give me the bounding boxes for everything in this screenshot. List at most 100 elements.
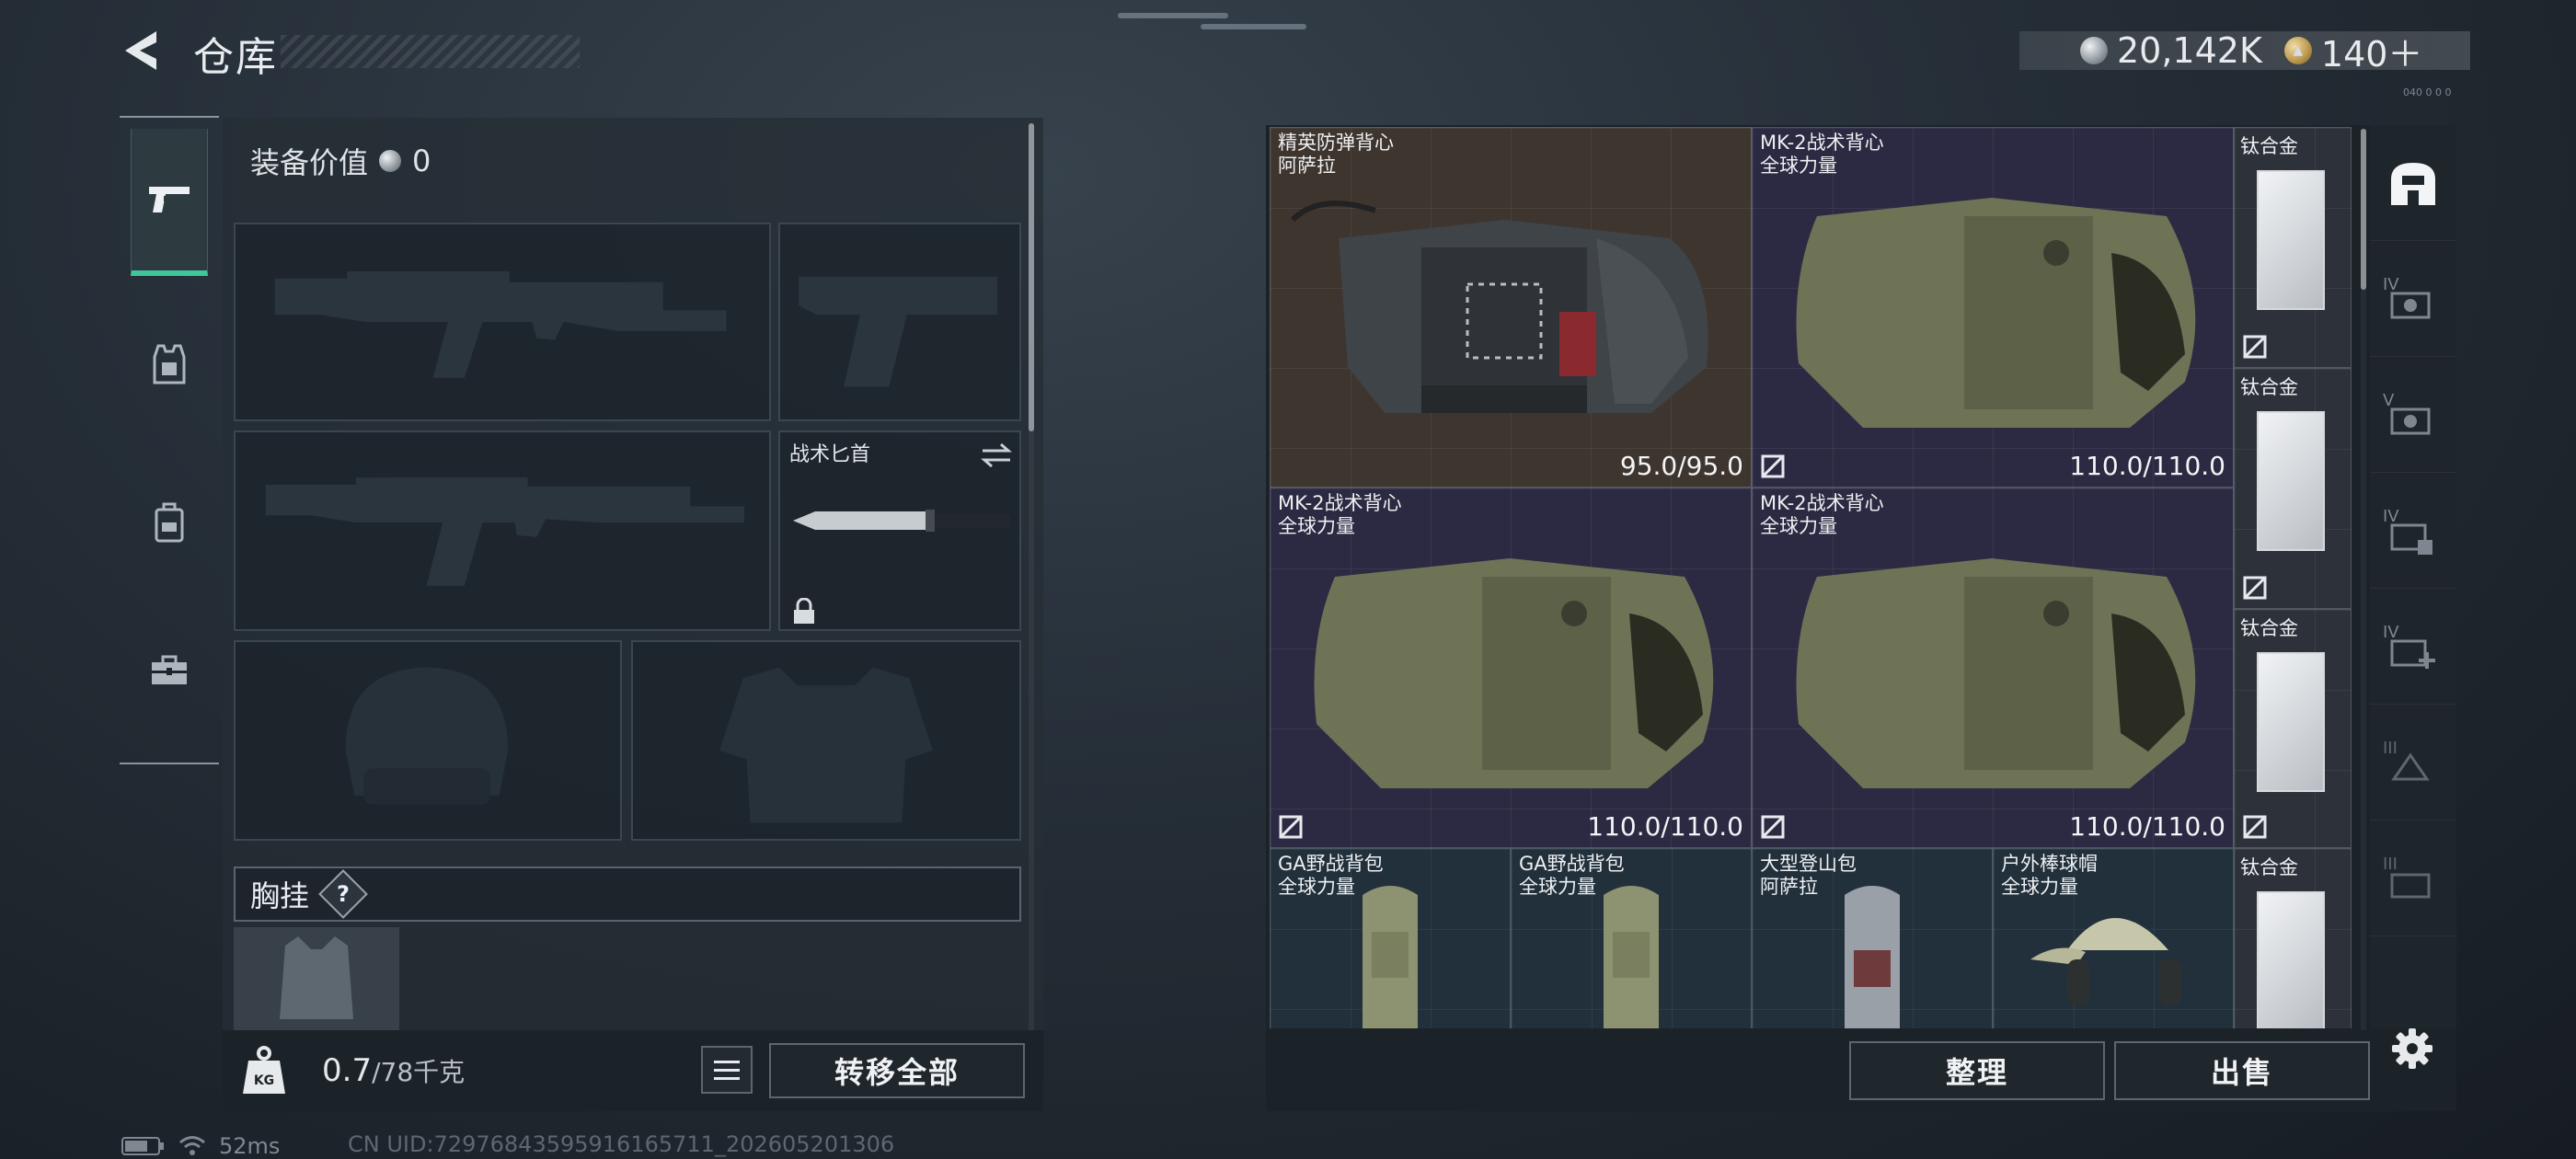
token-amount[interactable]: 140＋ xyxy=(2321,26,2423,76)
titanium-plate-image xyxy=(2257,891,2325,1028)
secondary-weapon-slot[interactable] xyxy=(234,430,771,631)
tab-weapons[interactable] xyxy=(131,129,208,276)
coin-amount: 20,142K xyxy=(2117,30,2262,71)
filter-helmet-iv[interactable]: IV xyxy=(2370,473,2456,589)
storage-item[interactable]: MK-2战术背心 全球力量 110.0/110.0 xyxy=(1270,488,1752,848)
pistol-icon xyxy=(149,187,190,212)
item-name: 精英防弹背心 阿萨拉 xyxy=(1278,132,1394,177)
svg-text:III: III xyxy=(2383,739,2398,758)
filter-ammo-iii[interactable]: III xyxy=(2370,705,2456,820)
currency-bar: 20,142K ▲ 140＋ xyxy=(2019,30,2470,75)
item-durability: 110.0/110.0 xyxy=(2069,451,2225,481)
svg-text:IV: IV xyxy=(2383,275,2399,294)
ping-value: 52ms xyxy=(219,1133,281,1159)
mk2-vest-image xyxy=(1314,558,1714,788)
armor-filter-icon: IV xyxy=(2383,275,2431,318)
chest-rig-silhouette-icon xyxy=(280,936,353,1019)
item-name: MK-2战术背心 全球力量 xyxy=(1760,492,1884,537)
toolbox-icon xyxy=(152,655,187,684)
equipment-value-amount: 0 xyxy=(412,143,431,178)
coin-icon xyxy=(379,150,402,172)
token-icon: ▲ xyxy=(2283,37,2312,64)
storage-item[interactable]: 大型登山包 阿萨拉 xyxy=(1752,848,1993,1028)
insured-tag-icon xyxy=(2243,576,2267,600)
tactical-knife-image xyxy=(793,510,1010,532)
tab-toolbox[interactable] xyxy=(131,596,208,743)
transfer-all-button[interactable]: 转移全部 xyxy=(769,1043,1025,1098)
storage-item[interactable]: GA野战背包 全球力量 xyxy=(1270,848,1511,1028)
sell-button[interactable]: 出售 xyxy=(2114,1041,2370,1100)
loadout-scrollbar-thumb[interactable] xyxy=(1029,123,1034,431)
insured-tag-icon xyxy=(2243,815,2267,839)
ammo-filter-icon: III xyxy=(2383,739,2430,780)
melee-slot-label: 战术匕首 xyxy=(789,443,871,466)
rifle-silhouette-icon xyxy=(274,271,727,378)
storage-item[interactable]: 钛合金 xyxy=(2234,127,2352,368)
storage-item[interactable]: 精英防弹背心 阿萨拉 95.0/95.0 xyxy=(1270,127,1752,488)
storage-scrollbar-thumb[interactable] xyxy=(2361,129,2366,290)
armor-vest-icon xyxy=(153,344,186,384)
insured-tag-icon xyxy=(1279,815,1303,839)
chest-rig-label: 胸挂 xyxy=(250,878,310,913)
helmet-filter-icon: IV xyxy=(2383,507,2432,555)
backpack-icon xyxy=(155,502,184,543)
storage-item[interactable]: MK-2战术背心 全球力量 110.0/110.0 xyxy=(1752,488,2234,848)
primary-weapon-slot[interactable] xyxy=(234,223,771,421)
page-title: 仓库 xyxy=(193,34,278,81)
storage-item[interactable]: GA野战背包 全球力量 xyxy=(1511,848,1752,1028)
user-uid: CN UID:72976843595916165711_202605201306 xyxy=(348,1131,895,1157)
equipment-value-label: 装备价值 xyxy=(250,145,369,180)
wifi-icon xyxy=(179,1136,205,1155)
svg-text:IV: IV xyxy=(2383,623,2399,642)
svg-text:KG: KG xyxy=(254,1073,274,1088)
item-durability: 95.0/95.0 xyxy=(1619,451,1743,481)
sort-button[interactable]: 整理 xyxy=(1849,1041,2105,1100)
item-durability: 110.0/110.0 xyxy=(1587,811,1743,842)
filter-armor-iv[interactable]: IV xyxy=(2370,241,2456,357)
titanium-plate-image xyxy=(2257,411,2325,551)
filter-misc-iii[interactable]: III xyxy=(2370,820,2456,936)
baseball-cap-image xyxy=(2030,918,2181,1005)
item-name: MK-2战术背心 全球力量 xyxy=(1278,492,1402,537)
insured-tag-icon xyxy=(1761,454,1785,478)
hiking-backpack-image xyxy=(1845,886,1900,1028)
item-name: 钛合金 xyxy=(2240,856,2298,878)
body-armor-slot[interactable] xyxy=(631,640,1021,841)
carry-weight: 0.7/78千克 xyxy=(322,1052,465,1089)
melee-slot[interactable]: 战术匕首 xyxy=(778,430,1021,631)
storage-item[interactable]: 钛合金 xyxy=(2234,609,2352,848)
help-icon[interactable]: ? xyxy=(318,869,368,919)
filter-armor-v[interactable]: V xyxy=(2370,357,2456,473)
list-view-button[interactable] xyxy=(701,1046,753,1094)
tab-backpack[interactable] xyxy=(131,449,208,596)
pistol-silhouette-icon xyxy=(799,276,997,387)
misc-filter-icon: III xyxy=(2383,855,2431,898)
svg-text:V: V xyxy=(2383,391,2395,410)
chest-rig-slot[interactable] xyxy=(234,927,399,1030)
helmet-slot[interactable] xyxy=(234,640,622,841)
storage-item[interactable]: 钛合金 xyxy=(2234,848,2352,1028)
item-name: 钛合金 xyxy=(2240,617,2298,639)
storage-item[interactable]: MK-2战术背心 全球力量 110.0/110.0 xyxy=(1752,127,2234,488)
storage-item[interactable]: 户外棒球帽 全球力量 xyxy=(1993,848,2234,1028)
sidearm-slot[interactable] xyxy=(778,223,1021,421)
corner-text: 040 0 0 0 xyxy=(2403,86,2452,98)
tab-armor[interactable] xyxy=(131,291,208,438)
item-name: 钛合金 xyxy=(2240,376,2298,398)
insured-tag-icon xyxy=(1761,815,1785,839)
equipment-value: 装备价值 0 xyxy=(250,140,431,182)
swap-arrows-icon[interactable] xyxy=(979,442,1014,469)
medkit-filter-icon: IV xyxy=(2383,623,2435,669)
field-backpack-image xyxy=(1604,886,1659,1028)
elite-vest-image xyxy=(1290,201,1708,413)
mk2-vest-image xyxy=(1796,558,2196,788)
titanium-plate-image xyxy=(2257,170,2325,310)
filter-all[interactable] xyxy=(2370,125,2456,241)
titanium-plate-image xyxy=(2257,652,2325,792)
storage-item[interactable]: 钛合金 xyxy=(2234,368,2352,609)
back-arrow-icon[interactable] xyxy=(120,28,164,74)
carry-weight-value: 0.7 xyxy=(322,1052,373,1089)
chest-rig-header: 胸挂 ? xyxy=(234,866,1021,922)
filter-medkit-iv[interactable]: IV xyxy=(2370,589,2456,705)
settings-gear-icon[interactable] xyxy=(2390,1027,2434,1071)
